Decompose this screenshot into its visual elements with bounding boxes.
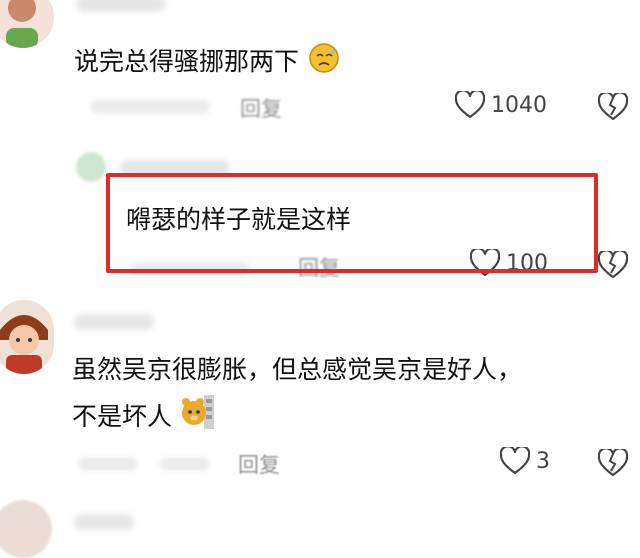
heart-outline-icon	[500, 447, 530, 475]
comment-text: 不是坏人	[72, 393, 216, 443]
reply-label: 回复	[238, 453, 280, 477]
comment-text-content: 说完总得骚挪那两下	[74, 47, 300, 76]
timestamp	[78, 457, 138, 471]
comment-text: 说完总得骚挪那两下	[74, 40, 341, 86]
username[interactable]	[74, 314, 154, 330]
dislike-button[interactable]	[598, 449, 628, 477]
reply-button[interactable]: 回复	[240, 93, 282, 123]
like-count: 1040	[491, 92, 547, 118]
broken-heart-icon	[598, 449, 628, 477]
avatar[interactable]	[0, 500, 52, 558]
avatar[interactable]	[76, 152, 106, 182]
reply-button[interactable]: 回复	[238, 449, 280, 479]
broken-heart-icon	[598, 93, 628, 121]
username[interactable]	[76, 0, 166, 12]
dislike-button[interactable]	[598, 251, 628, 279]
highlight-box	[106, 173, 598, 273]
avatar[interactable]	[0, 0, 54, 48]
username[interactable]	[74, 514, 134, 530]
broken-heart-icon	[598, 251, 628, 279]
dislike-button[interactable]	[598, 93, 628, 121]
comment-text: 虽然吴京很膨胀，但总感觉吴京是好人，	[72, 350, 522, 390]
timestamp	[90, 100, 210, 114]
location	[160, 457, 210, 471]
heart-outline-icon	[455, 91, 485, 119]
sweating-face-emoji	[307, 40, 341, 86]
like-count: 3	[536, 448, 550, 474]
comment-text-line2: 不是坏人	[72, 402, 173, 431]
like-button[interactable]: 1040	[455, 91, 547, 119]
reply-label: 回复	[240, 97, 282, 121]
like-button[interactable]: 3	[500, 447, 550, 475]
comment-text-line1: 虽然吴京很膨胀，但总感觉吴京是好人，	[72, 355, 523, 384]
cartoon-bear-sticker	[180, 393, 216, 443]
avatar[interactable]	[0, 300, 54, 374]
